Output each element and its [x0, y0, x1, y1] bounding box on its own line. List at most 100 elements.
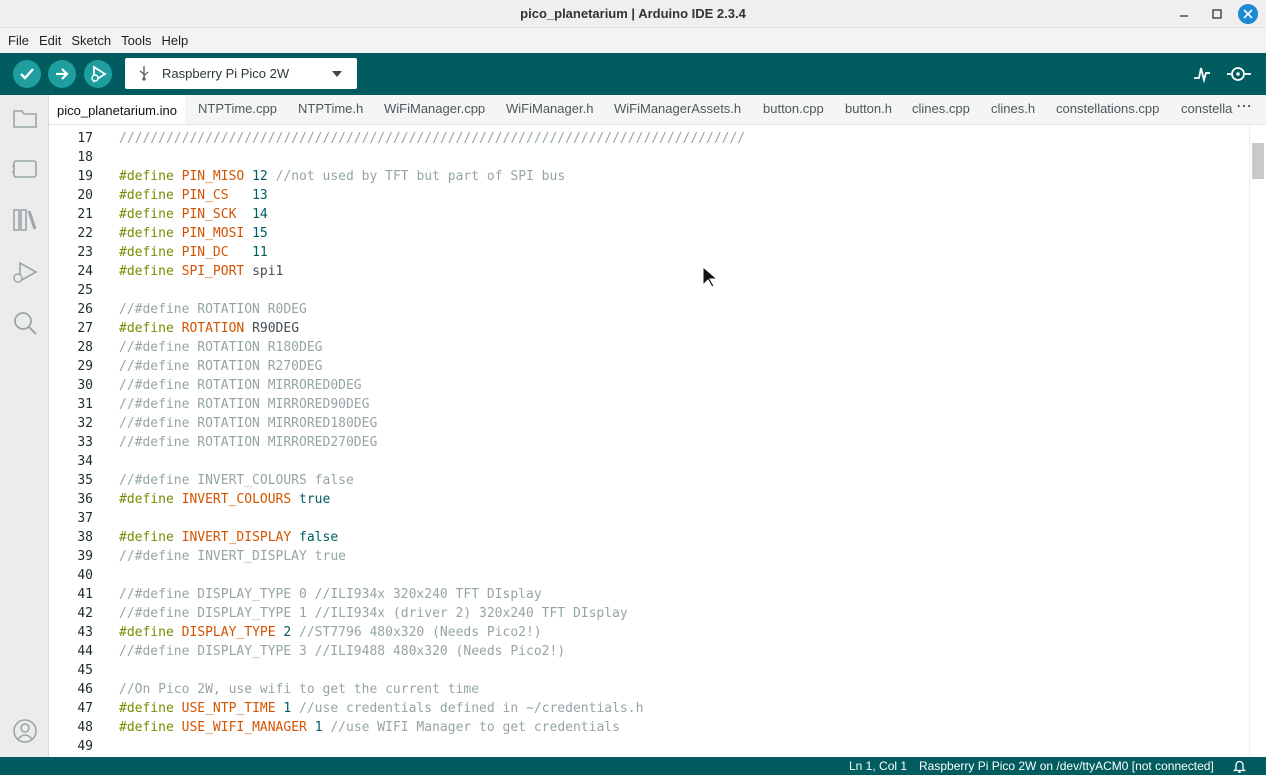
- more-tabs-icon[interactable]: ⋯: [1236, 96, 1252, 116]
- code-token: ROTATION: [181, 321, 245, 336]
- code-line[interactable]: 42 //#define DISPLAY_TYPE 1 //ILI934x (dr…: [49, 604, 1249, 623]
- code-line[interactable]: 31 //#define ROTATION MIRRORED90DEG: [49, 395, 1249, 414]
- line-number: 43: [77, 625, 93, 640]
- close-button[interactable]: [1238, 4, 1258, 24]
- debug-panel-icon: [13, 261, 38, 283]
- code-token: //#define ROTATION R180DEG: [119, 340, 323, 355]
- code-line[interactable]: 38 #define INVERT_DISPLAY false: [49, 528, 1249, 547]
- code-token: 11: [252, 245, 268, 260]
- verify-button[interactable]: [13, 60, 41, 88]
- line-number: 38: [77, 530, 93, 545]
- tab-wifimanager-cpp[interactable]: WiFiManager.cpp: [376, 95, 493, 124]
- account-button[interactable]: [11, 717, 39, 745]
- code-text: #define PIN_SCK 14: [119, 205, 268, 224]
- code-line[interactable]: 40: [49, 566, 1249, 585]
- code-line[interactable]: 29 //#define ROTATION R270DEG: [49, 357, 1249, 376]
- tab-constellations-cpp[interactable]: constellations.cpp: [1048, 95, 1167, 124]
- code-token: //ST7796 480x320 (Needs Pico2!): [299, 625, 542, 640]
- line-number: 48: [77, 720, 93, 735]
- tab-ntptime-cpp[interactable]: NTPTime.cpp: [190, 95, 285, 124]
- code-line[interactable]: 41 //#define DISPLAY_TYPE 0 //ILI934x 320…: [49, 585, 1249, 604]
- code-line[interactable]: 19 #define PIN_MISO 12 //not used by TFT …: [49, 167, 1249, 186]
- tab-clines-cpp[interactable]: clines.cpp: [904, 95, 978, 124]
- minimize-button[interactable]: [1174, 4, 1194, 24]
- tab-constellations-partial[interactable]: constella: [1173, 95, 1240, 124]
- code-token: //use WIFI Manager to get credentials: [330, 720, 620, 735]
- line-number: 27: [77, 321, 93, 336]
- code-line[interactable]: 37: [49, 509, 1249, 528]
- menu-file[interactable]: File: [4, 33, 33, 48]
- code-line[interactable]: 24 #define SPI_PORT spi1: [49, 262, 1249, 281]
- code-line[interactable]: 22 #define PIN_MOSI 15: [49, 224, 1249, 243]
- tab-clines-h[interactable]: clines.h: [983, 95, 1043, 124]
- tab-button-cpp[interactable]: button.cpp: [755, 95, 832, 124]
- code-line[interactable]: 34: [49, 452, 1249, 471]
- code-token: SPI_PORT: [181, 264, 245, 279]
- code-line[interactable]: 35 //#define INVERT_COLOURS false: [49, 471, 1249, 490]
- code-token: INVERT_COLOURS: [181, 492, 292, 507]
- boards-manager-button[interactable]: [11, 155, 39, 183]
- code-line[interactable]: 25: [49, 281, 1249, 300]
- tab-wifimanagerassets-h[interactable]: WiFiManagerAssets.h: [606, 95, 749, 124]
- code-line[interactable]: 28 //#define ROTATION R180DEG: [49, 338, 1249, 357]
- code-line[interactable]: 49: [49, 737, 1249, 756]
- code-line[interactable]: 45: [49, 661, 1249, 680]
- menu-sketch[interactable]: Sketch: [67, 33, 115, 48]
- line-number: 46: [77, 682, 93, 697]
- code-line[interactable]: 27 #define ROTATION R90DEG: [49, 319, 1249, 338]
- code-line[interactable]: 48 #define USE_WIFI_MANAGER 1 //use WIFI …: [49, 718, 1249, 737]
- line-number: 21: [77, 207, 93, 222]
- upload-button[interactable]: [48, 60, 76, 88]
- board-status[interactable]: Raspberry Pi Pico 2W on /dev/ttyACM0 [no…: [919, 759, 1214, 773]
- code-line[interactable]: 17 //////////////////////////////////////…: [49, 129, 1249, 148]
- search-icon: [14, 312, 37, 335]
- line-number: 26: [77, 302, 93, 317]
- tab-wifimanager-h[interactable]: WiFiManager.h: [498, 95, 601, 124]
- bell-icon[interactable]: [1233, 759, 1246, 773]
- maximize-button[interactable]: [1207, 4, 1227, 24]
- code-token: 12: [252, 169, 268, 184]
- code-line[interactable]: 44 //#define DISPLAY_TYPE 3 //ILI9488 480…: [49, 642, 1249, 661]
- code-token: //#define ROTATION MIRRORED0DEG: [119, 378, 362, 393]
- code-line[interactable]: 43 #define DISPLAY_TYPE 2 //ST7796 480x32…: [49, 623, 1249, 642]
- code-text: //#define DISPLAY_TYPE 0 //ILI934x 320x2…: [119, 585, 542, 604]
- code-line[interactable]: 39 //#define INVERT_DISPLAY true: [49, 547, 1249, 566]
- code-token: #define: [119, 701, 174, 716]
- code-line[interactable]: 33 //#define ROTATION MIRRORED270DEG: [49, 433, 1249, 452]
- code-line[interactable]: 30 //#define ROTATION MIRRORED0DEG: [49, 376, 1249, 395]
- search-button[interactable]: [11, 309, 39, 337]
- code-editor[interactable]: 17 //////////////////////////////////////…: [49, 125, 1249, 757]
- code-token: //On Pico 2W, use wifi to get the curren…: [119, 682, 480, 697]
- cursor-position[interactable]: Ln 1, Col 1: [849, 759, 907, 773]
- line-number: 30: [77, 378, 93, 393]
- code-text: //#define DISPLAY_TYPE 1 //ILI934x (driv…: [119, 604, 628, 623]
- debug-panel-button[interactable]: [11, 258, 39, 286]
- code-line[interactable]: 36 #define INVERT_COLOURS true: [49, 490, 1249, 509]
- scrollbar-thumb[interactable]: [1252, 143, 1264, 179]
- code-text: //#define ROTATION MIRRORED270DEG: [119, 433, 377, 452]
- debug-button[interactable]: [84, 60, 112, 88]
- code-line[interactable]: 23 #define PIN_DC 11: [49, 243, 1249, 262]
- tab-ntptime-h[interactable]: NTPTime.h: [290, 95, 371, 124]
- tab-button-h[interactable]: button.h: [837, 95, 900, 124]
- code-line[interactable]: 32 //#define ROTATION MIRRORED180DEG: [49, 414, 1249, 433]
- code-line[interactable]: 21 #define PIN_SCK 14: [49, 205, 1249, 224]
- serial-monitor-button[interactable]: [1226, 64, 1252, 84]
- serial-plotter-button[interactable]: [1192, 64, 1212, 84]
- tab-pico-planetarium-ino[interactable]: pico_planetarium.ino: [49, 95, 185, 124]
- menu-help[interactable]: Help: [157, 33, 192, 48]
- menu-edit[interactable]: Edit: [35, 33, 65, 48]
- menu-tools[interactable]: Tools: [117, 33, 155, 48]
- code-line[interactable]: 26 //#define ROTATION R0DEG: [49, 300, 1249, 319]
- editor-scrollbar[interactable]: [1249, 125, 1266, 757]
- code-line[interactable]: 46 //On Pico 2W, use wifi to get the curr…: [49, 680, 1249, 699]
- board-selector[interactable]: Raspberry Pi Pico 2W: [125, 58, 357, 89]
- code-line[interactable]: 18: [49, 148, 1249, 167]
- sketchbook-button[interactable]: [11, 104, 39, 132]
- code-line[interactable]: 20 #define PIN_CS 13: [49, 186, 1249, 205]
- line-number: 17: [77, 131, 93, 146]
- library-manager-button[interactable]: [11, 206, 39, 234]
- code-line[interactable]: 47 #define USE_NTP_TIME 1 //use credentia…: [49, 699, 1249, 718]
- checkmark-icon: [20, 68, 34, 80]
